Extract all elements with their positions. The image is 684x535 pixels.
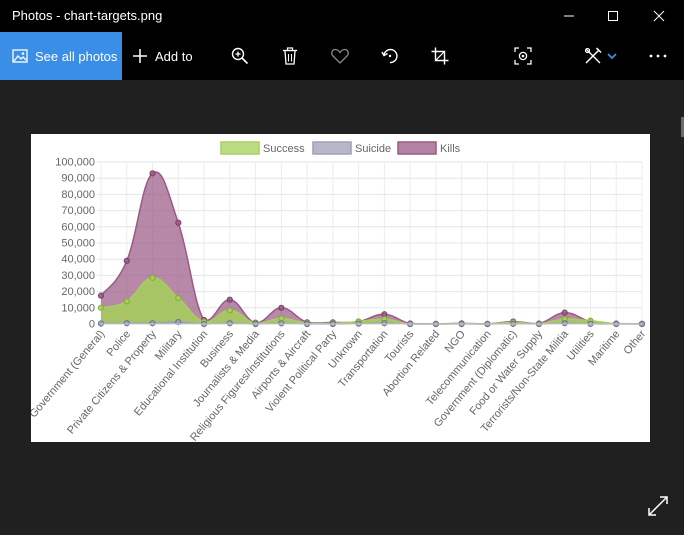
edit-dropdown-button[interactable] [600,32,624,80]
favorite-icon [331,48,349,64]
favorite-button[interactable] [320,32,360,80]
maximize-icon [608,11,618,21]
close-icon [653,10,665,22]
data-point-suicide [123,320,130,327]
data-point-kills [149,170,156,177]
see-all-photos-button[interactable]: See all photos [0,32,122,80]
y-tick-label: 0 [89,319,95,331]
legend-swatch-success [220,141,260,155]
fullscreen-button[interactable] [644,492,672,520]
delete-icon [283,47,297,65]
window-title: Photos - chart-targets.png [12,8,163,23]
crop-button[interactable] [420,32,460,80]
data-point-kills [175,219,182,226]
delete-button[interactable] [270,32,310,80]
legend-swatch-kills [397,141,437,155]
legend-label-success: Success [263,143,305,155]
title-bar: Photos - chart-targets.png [0,0,684,32]
data-point-suicide [381,320,388,327]
data-point-success [149,274,156,281]
y-tick-label: 40,000 [61,254,95,266]
data-point-kills [123,257,130,264]
add-to-label: Add to [155,48,193,64]
y-tick-label: 60,000 [61,221,95,233]
data-point-suicide [149,320,156,327]
chevron-down-icon [607,53,617,60]
more-options-button[interactable] [638,32,678,80]
zoom-button[interactable] [220,32,260,80]
legend-swatch-suicide [312,141,352,155]
y-tick-label: 30,000 [61,270,95,282]
x-tick-label: Other [621,328,648,357]
y-tick-label: 70,000 [61,205,95,217]
data-point-kills [278,304,285,311]
data-point-kills [226,296,233,303]
data-point-suicide [278,320,285,327]
photo-canvas: 0 10,000 20,000 30,000 40,000 50,000 60,000 70,… [31,134,650,442]
y-tick-label: 10,000 [61,302,95,314]
toolbar: See all photos Add to [0,32,684,80]
crop-icon [431,47,449,65]
see-all-photos-label: See all photos [35,48,118,64]
plus-icon [133,49,147,63]
maximize-button[interactable] [590,0,636,32]
data-point-suicide [561,320,568,327]
data-point-success [226,307,233,314]
zoom-icon [231,47,249,65]
y-tick-label: 90,000 [61,173,95,185]
expand-icon [648,496,668,516]
data-point-kills [561,309,568,316]
data-point-suicide [226,320,233,327]
y-tick-label: 50,000 [61,238,95,250]
photos-icon [12,48,28,64]
minimize-button[interactable] [546,0,592,32]
data-point-success [123,298,130,305]
close-button[interactable] [636,0,682,32]
y-tick-label: 100,000 [55,157,95,169]
y-tick-label: 80,000 [61,189,95,201]
legend-label-kills: Kills [440,143,461,155]
rotate-button[interactable] [370,32,410,80]
data-point-success [97,304,105,311]
more-icon [649,54,667,58]
data-point-kills [97,292,105,299]
add-to-button[interactable]: Add to [132,32,193,80]
area-chart: 0 10,000 20,000 30,000 40,000 50,000 60,000 70,… [31,141,649,442]
legend-label-suicide: Suicide [355,143,391,155]
rotate-icon [381,48,398,64]
y-tick-label: 20,000 [61,286,95,298]
visual-search-button[interactable] [503,32,543,80]
data-point-success [278,315,285,322]
photos-window: Photos - chart-targets.png See all photo… [0,0,684,535]
visual-search-icon [514,47,532,65]
minimize-icon [564,15,574,17]
data-point-success [175,294,182,302]
